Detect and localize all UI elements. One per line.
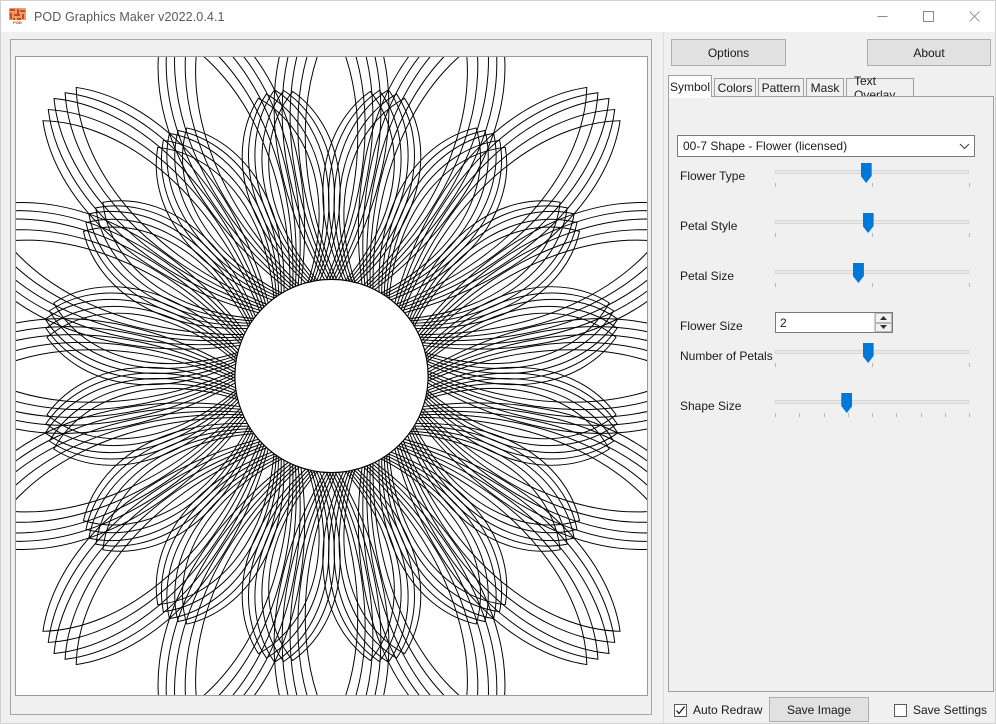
- save-image-button[interactable]: Save Image: [769, 697, 869, 722]
- flower-type-slider[interactable]: [775, 162, 969, 190]
- save-settings-label: Save Settings: [913, 703, 987, 717]
- tab-label: Mask: [811, 81, 840, 95]
- shape-select[interactable]: 00-7 Shape - Flower (licensed): [677, 135, 975, 157]
- app-window: POD POD Graphics Maker v2022.0.4.1: [0, 0, 996, 724]
- tab-mask[interactable]: Mask: [806, 78, 844, 97]
- tab-underline: [668, 96, 994, 97]
- number-of-petals-slider[interactable]: [775, 342, 969, 370]
- slider-track: [775, 270, 969, 274]
- tab-symbol[interactable]: Symbol: [668, 75, 712, 97]
- preview-panel-header: [11, 40, 651, 56]
- petal-size-label: Petal Size: [680, 269, 734, 283]
- petal-style-slider[interactable]: [775, 212, 969, 240]
- symbol-tab-page: 00-7 Shape - Flower (licensed) Flower Ty…: [668, 97, 994, 692]
- slider-ticks: [775, 413, 969, 418]
- chevron-up-icon: [880, 316, 887, 320]
- petal-style-label: Petal Style: [680, 219, 737, 233]
- window-title: POD Graphics Maker v2022.0.4.1: [34, 10, 225, 24]
- pod-app-icon: POD: [9, 8, 26, 25]
- slider-thumb[interactable]: [863, 343, 874, 363]
- shape-size-slider[interactable]: [775, 392, 969, 420]
- window-controls: [859, 1, 996, 32]
- control-panel: Options About Symbol Colors Pattern Mask Tex…: [663, 33, 996, 724]
- flower-size-value[interactable]: 2: [776, 313, 874, 332]
- number-of-petals-label: Number of Petals: [680, 349, 773, 363]
- save-settings-checkbox[interactable]: Save Settings: [894, 703, 987, 717]
- petal-size-slider[interactable]: [775, 262, 969, 290]
- panel-toolbar: Options About: [664, 33, 996, 73]
- slider-ticks: [775, 183, 969, 188]
- preview-panel: [10, 39, 652, 715]
- about-button[interactable]: About: [867, 39, 991, 66]
- slider-ticks: [775, 363, 969, 368]
- auto-redraw-label: Auto Redraw: [693, 703, 762, 717]
- slider-track: [775, 170, 969, 174]
- flower-drawing: [16, 57, 647, 695]
- minimize-icon: [877, 11, 888, 22]
- slider-track: [775, 400, 969, 404]
- tab-label: Pattern: [762, 81, 801, 95]
- flower-size-stepper[interactable]: 2: [775, 312, 893, 333]
- slider-thumb[interactable]: [861, 163, 872, 183]
- chevron-down-icon: [954, 143, 974, 150]
- tab-bar: Symbol Colors Pattern Mask Text Overlay: [668, 75, 994, 97]
- slider-thumb[interactable]: [863, 213, 874, 233]
- stepper-up-button[interactable]: [875, 313, 892, 323]
- tab-colors[interactable]: Colors: [714, 78, 756, 97]
- chevron-down-icon: [880, 325, 887, 329]
- stepper-down-button[interactable]: [875, 323, 892, 333]
- slider-ticks: [775, 283, 969, 288]
- auto-redraw-box: [674, 704, 687, 717]
- minimize-button[interactable]: [859, 1, 905, 32]
- shape-size-label: Shape Size: [680, 399, 741, 413]
- save-settings-box: [894, 704, 907, 717]
- maximize-button[interactable]: [905, 1, 951, 32]
- auto-redraw-checkbox[interactable]: Auto Redraw: [674, 703, 762, 717]
- title-bar: POD POD Graphics Maker v2022.0.4.1: [1, 1, 996, 32]
- slider-thumb[interactable]: [853, 263, 864, 283]
- flower-type-label: Flower Type: [680, 169, 745, 183]
- flower-size-label: Flower Size: [680, 319, 743, 333]
- tab-label: Colors: [718, 81, 753, 95]
- slider-thumb[interactable]: [841, 393, 852, 413]
- panel-footer: Auto Redraw Save Image Save Settings: [664, 694, 996, 724]
- maximize-icon: [923, 11, 934, 22]
- close-icon: [969, 11, 980, 22]
- slider-ticks: [775, 233, 969, 238]
- close-button[interactable]: [951, 1, 996, 32]
- stepper-buttons: [874, 313, 892, 332]
- tab-pattern[interactable]: Pattern: [758, 78, 804, 97]
- shape-select-value: 00-7 Shape - Flower (licensed): [678, 139, 954, 153]
- flower-preview[interactable]: [15, 56, 648, 696]
- options-button[interactable]: Options: [671, 39, 786, 66]
- tab-label: Symbol: [670, 80, 710, 94]
- tab-text-overlay[interactable]: Text Overlay: [846, 78, 914, 97]
- check-icon: [675, 705, 686, 716]
